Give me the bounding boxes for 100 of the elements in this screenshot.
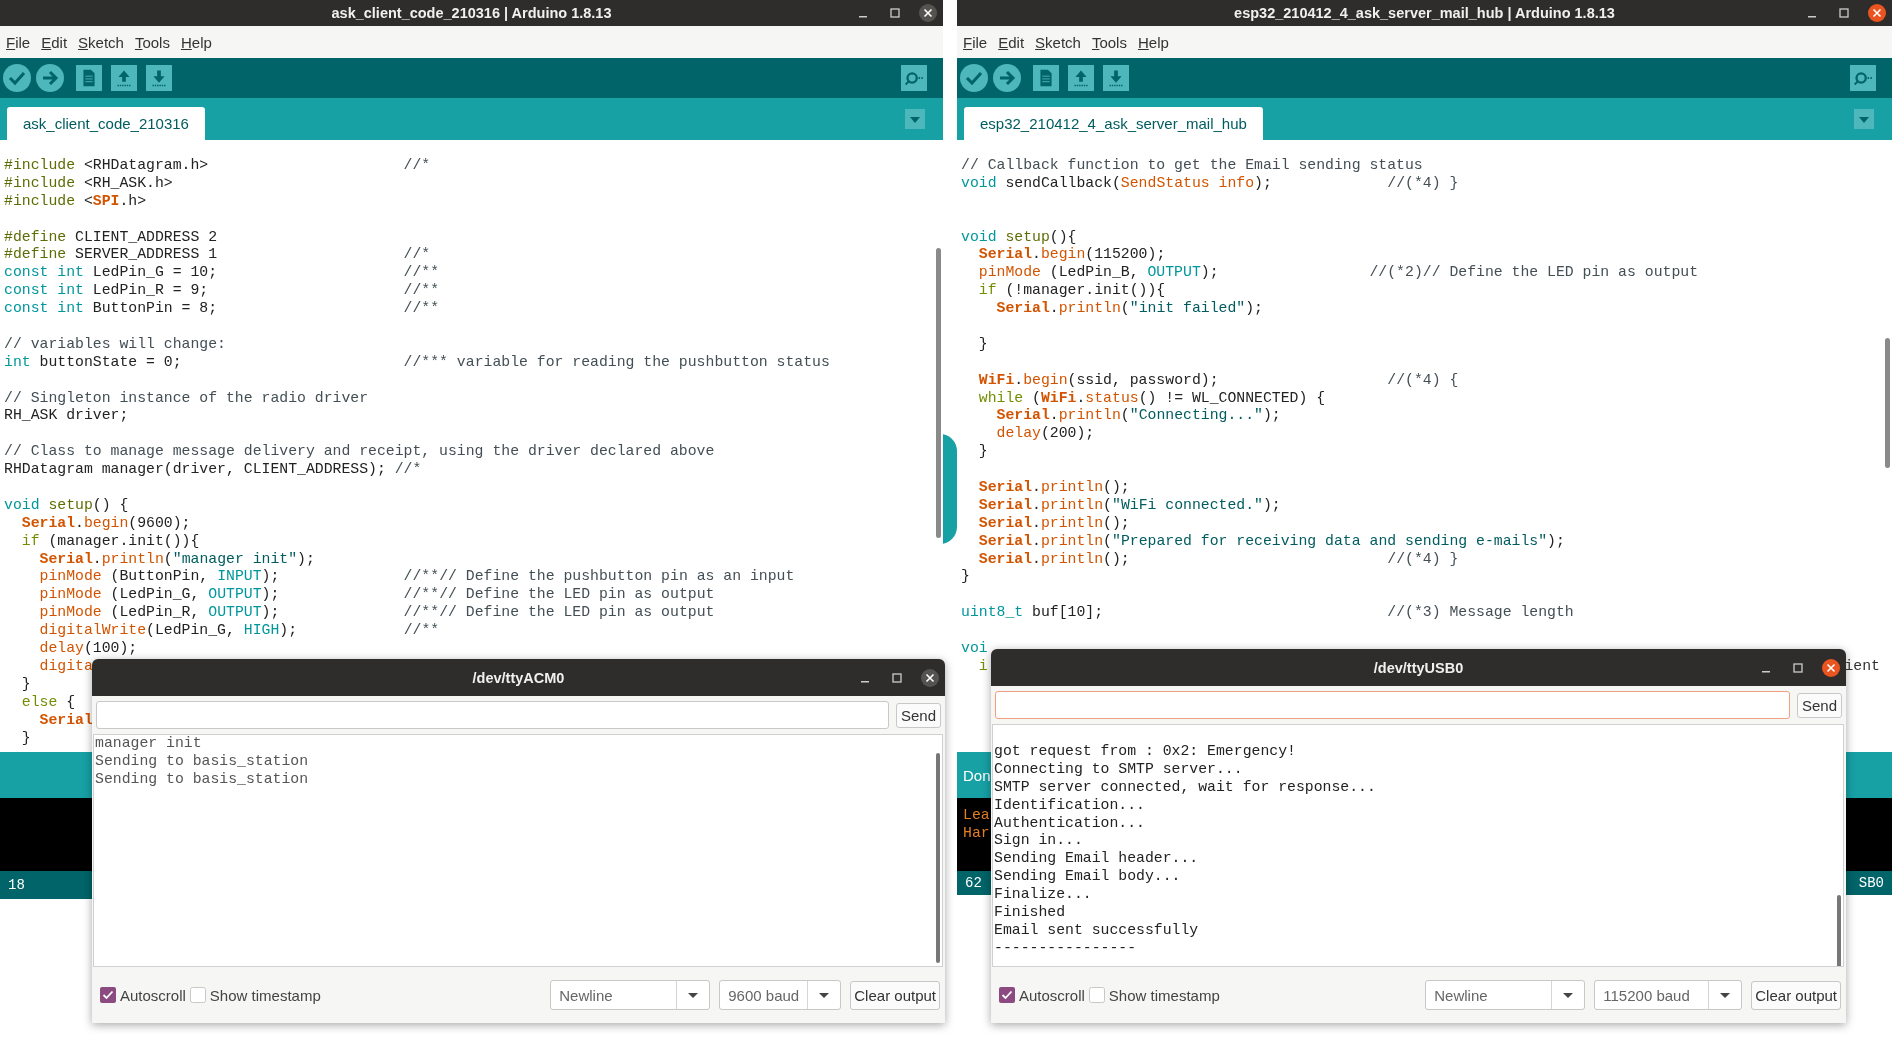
clear-output-button[interactable]: Clear output [1751,980,1841,1010]
send-button[interactable]: Send [895,702,941,728]
maximize-icon[interactable] [1836,5,1852,21]
code-line: } [977,335,988,354]
input-field[interactable] [995,691,1790,719]
code-line: Serial.println(); [977,479,1130,497]
line-number: 62 [965,875,982,891]
console-line: Lea [963,806,990,824]
send-button[interactable]: Send [1796,692,1842,718]
scrollbar-thumb[interactable] [1885,338,1890,468]
baud-dropdown[interactable]: 9600 baud [719,980,842,1010]
caret-icon [688,992,699,998]
caret-icon [819,992,830,998]
input-field[interactable] [96,701,889,729]
code-line: Serial [38,711,93,730]
checkbox[interactable] [1088,987,1105,1003]
sketch-tab[interactable]: esp32_210412_4_ask_server_mail_hub [964,107,1263,140]
code-line: #include <RHDatagram.h> //* [4,157,431,175]
code-line: delay(100); [38,640,138,658]
output-line: SMTP server connected, wait for response... [994,778,1376,797]
output-line: Sending Email body... [994,868,1181,887]
checkbox[interactable] [999,987,1015,1003]
code-line: delay(200); [995,425,1095,444]
sketch-tab[interactable]: ask_client_code_210316 [7,107,205,140]
checkbox[interactable] [189,987,206,1003]
maximize-icon[interactable] [887,5,903,21]
line-ending-dropdown[interactable]: Newline [1425,980,1586,1010]
output-line: Identification... [994,796,1145,815]
menu-item[interactable]: Edit [994,33,1029,51]
code-line: WiFi.begin(ssid, password); //(*4) { [977,371,1459,390]
clear-output-button[interactable]: Clear output [850,980,940,1010]
output-line: manager init [95,735,202,753]
menu-item[interactable]: Tools [130,33,174,51]
document-icon[interactable] [1033,65,1059,91]
download-icon[interactable] [146,65,172,91]
code-line: Serial.println(); [977,514,1130,533]
scrollbar-thumb[interactable] [936,248,941,538]
output-line: Email sent successfully [994,921,1199,940]
code-line: // Singleton instance of the radio driver [4,389,369,408]
code-line: const int LedPin_R = 9; //** [4,282,440,301]
code-line: Serial.println(); //(*4) } [977,550,1459,569]
output-line: Sending to basis_station [95,770,309,789]
close-icon[interactable] [1868,4,1886,22]
code-line: } [961,568,970,587]
menu-item[interactable]: Edit [37,33,72,51]
close-icon[interactable] [921,668,939,687]
scrollbar-thumb[interactable] [936,753,940,963]
dropdown-icon[interactable] [1854,109,1874,129]
line-ending-dropdown[interactable]: Newline [550,980,711,1010]
code-line: void setup(){ [961,228,1077,247]
checkbox-label: Show timestamp [1108,986,1220,1004]
check-icon[interactable] [960,64,988,92]
code-line: // Callback function to get the Email sending status [961,157,1423,175]
menu-item[interactable]: Sketch [1031,33,1085,51]
close-icon[interactable] [1822,658,1840,677]
upload-icon[interactable] [111,65,137,91]
code-line: ient [1844,657,1881,676]
menu-item[interactable]: Sketch [74,33,128,51]
code-line: if (!manager.init()){ [977,282,1166,301]
code-line: } [20,729,31,748]
code-line: i [977,657,988,676]
checkbox-label: Autoscroll [1019,986,1085,1004]
code-line: const int ButtonPin = 8; //** [4,300,440,318]
download-icon[interactable] [1103,65,1129,91]
code-line: RHDatagram manager(driver, CLIENT_ADDRESS); //* [4,461,422,480]
menu-item[interactable]: Tools [1087,33,1131,51]
code-line: Serial.println("Prepared for receiving data and sending e-mails"); [977,532,1565,551]
window-title: /dev/ttyACM0 [472,669,565,686]
dropdown-icon[interactable] [905,109,925,129]
check-icon[interactable] [3,64,31,92]
output-line: ---------------- [994,939,1137,958]
code-line: Serial.println("Connecting..."); [995,407,1281,426]
code-line: #define CLIENT_ADDRESS 2 [4,228,218,247]
menu-item[interactable]: File [2,33,35,51]
menu-item[interactable]: File [959,33,992,51]
code-line: Serial.println("manager init"); [38,550,315,569]
caret-icon [1720,992,1731,998]
code-line: int buttonState = 0; //*** variable for reading the pushbutton status [4,353,830,372]
scrollbar-thumb[interactable] [1837,895,1841,966]
code-line: } [20,675,31,694]
search-icon[interactable] [1850,65,1876,91]
menu-item[interactable]: Help [176,33,216,51]
search-icon[interactable] [901,65,927,91]
output-line: Sign in... [994,832,1083,851]
close-icon[interactable] [919,4,937,22]
code-line: while (WiFi.status() != WL_CONNECTED) { [977,389,1326,408]
document-icon[interactable] [76,65,102,91]
code-line: void sendCallback(SendStatus info); //(*4) } [961,174,1459,193]
checkbox[interactable] [100,987,116,1003]
code-line: // Class to manage message delivery and receipt, using the driver declared above [4,443,715,462]
checkbox-label: Autoscroll [120,986,186,1004]
code-line: #define SERVER_ADDRESS 1 //* [4,246,431,265]
code-line: pinMode (LedPin_G, OUTPUT); //**// Define the LED pin as output [38,586,715,605]
code-line: if (manager.init()){ [20,532,200,551]
upload-icon[interactable] [1068,65,1094,91]
code-line: uint8_t buf[10]; //(*3) Message length [961,604,1574,623]
baud-dropdown[interactable]: 115200 baud [1594,980,1743,1010]
menu-item[interactable]: Help [1133,33,1173,51]
code-line: else { [20,693,76,712]
code-line: Serial.begin(115200); [977,246,1166,265]
